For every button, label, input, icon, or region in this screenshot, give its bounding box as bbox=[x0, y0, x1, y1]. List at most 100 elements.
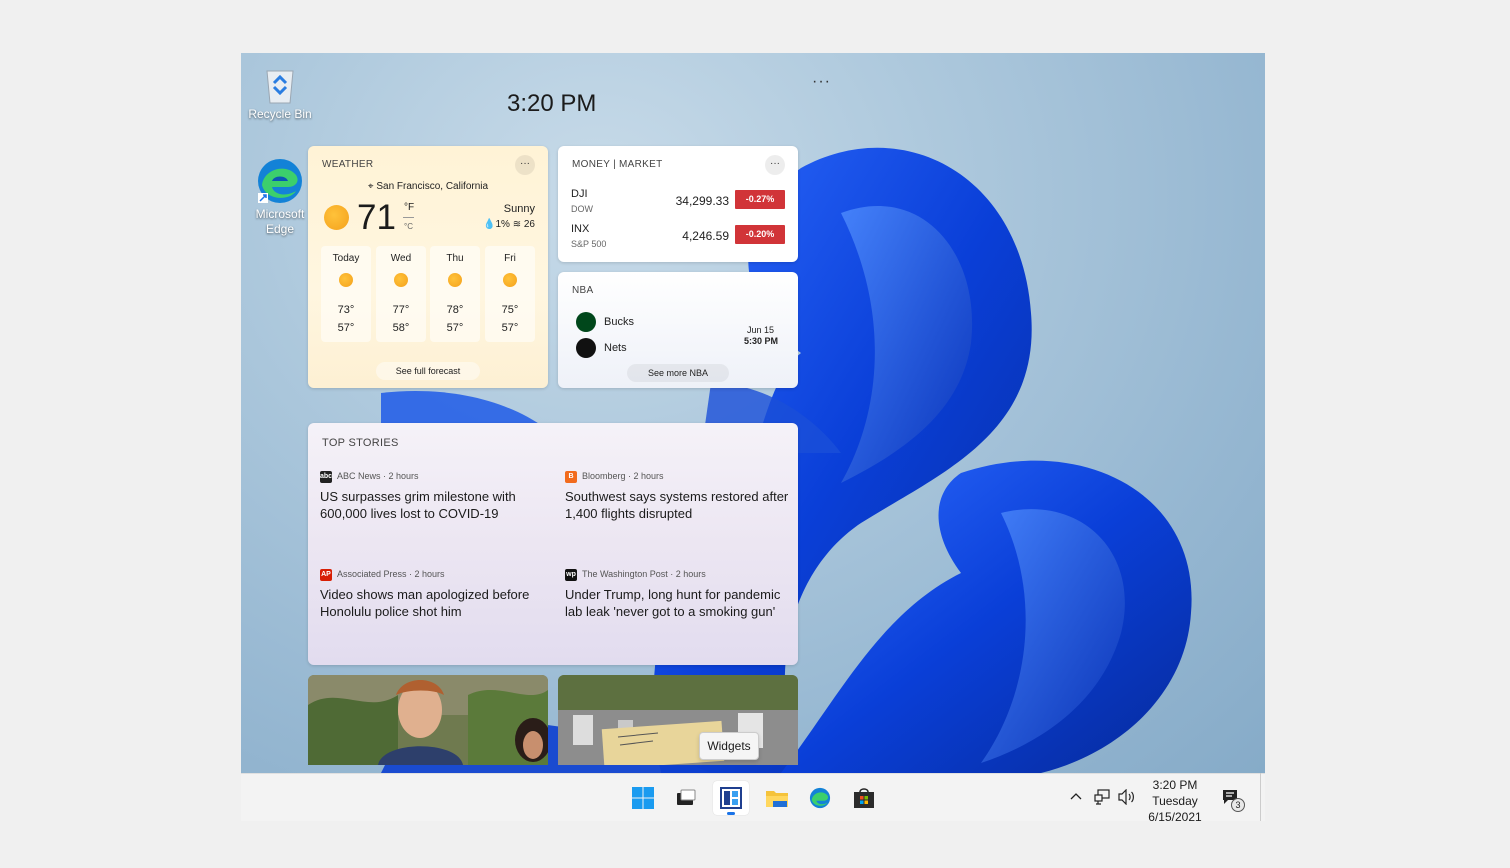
stock-row[interactable]: DJI DOW 34,299.33 -0.27% bbox=[571, 188, 785, 220]
nba-title: NBA bbox=[572, 285, 594, 296]
weather-condition: Sunny bbox=[503, 203, 535, 215]
forecast-low: 57° bbox=[501, 322, 519, 334]
story-item[interactable]: B Bloomberg · 2 hours Southwest says syst… bbox=[565, 469, 791, 522]
unit-fahrenheit-toggle[interactable]: °F bbox=[404, 202, 414, 213]
story-source: abc ABC News · 2 hours bbox=[320, 469, 546, 483]
notification-center-button[interactable]: 3 bbox=[1221, 788, 1245, 812]
store-button[interactable] bbox=[846, 781, 882, 815]
forecast-day[interactable]: Fri 75° 57° bbox=[485, 246, 535, 342]
stock-change-badge: -0.27% bbox=[735, 190, 785, 209]
weather-title: WEATHER bbox=[322, 159, 374, 170]
team-name: Bucks bbox=[604, 316, 634, 328]
forecast-day[interactable]: Wed 77° 58° bbox=[376, 246, 426, 342]
edge-button[interactable] bbox=[802, 781, 838, 815]
windows-logo-icon bbox=[632, 787, 654, 809]
sunny-icon bbox=[324, 205, 349, 230]
forecast-low: 57° bbox=[337, 322, 355, 334]
widgets-tooltip: Widgets bbox=[699, 732, 759, 760]
game-time: 5:30 PM bbox=[743, 336, 778, 346]
nba-widget[interactable]: NBA Bucks Nets Jun 15 5:30 PM See more N… bbox=[558, 272, 798, 388]
story-headline: Video shows man apologized before Honolu… bbox=[320, 587, 530, 619]
story-headline: Under Trump, long hunt for pandemic lab … bbox=[565, 587, 781, 619]
forecast-day-name: Thu bbox=[446, 253, 464, 264]
washington-post-logo-icon: wp bbox=[565, 568, 577, 581]
wind-icon: ≋ bbox=[512, 219, 524, 230]
widgets-menu-button[interactable]: ··· bbox=[812, 73, 831, 91]
widgets-time: 3:20 PM bbox=[507, 90, 597, 117]
abc-news-logo-icon: abc bbox=[320, 470, 332, 483]
precipitation-icon: 💧 bbox=[483, 219, 496, 230]
chevron-up-icon bbox=[1070, 793, 1082, 800]
story-source: AP Associated Press · 2 hours bbox=[320, 567, 546, 581]
file-explorer-button[interactable] bbox=[758, 781, 794, 815]
stock-symbol: DJI bbox=[571, 188, 588, 200]
show-hidden-icons-button[interactable] bbox=[1070, 791, 1082, 806]
forecast-day-name: Today bbox=[332, 253, 360, 264]
network-button[interactable] bbox=[1094, 789, 1110, 810]
forecast-high: 78° bbox=[446, 304, 464, 316]
nets-logo-icon bbox=[576, 338, 596, 358]
weather-widget[interactable]: WEATHER ··· ⌖ San Francisco, California … bbox=[308, 146, 548, 388]
game-date: Jun 15 bbox=[746, 325, 774, 335]
stories-title: TOP STORIES bbox=[322, 437, 399, 449]
weather-stats: 💧1% ≋ 26 bbox=[483, 219, 535, 230]
clock-time: 3:20 PM bbox=[1152, 778, 1198, 792]
weather-location[interactable]: ⌖ San Francisco, California bbox=[308, 181, 548, 192]
task-view-button[interactable] bbox=[668, 781, 704, 815]
see-more-nba-button[interactable]: See more NBA bbox=[627, 364, 729, 382]
stock-value: 34,299.33 bbox=[675, 194, 729, 208]
network-icon bbox=[1094, 789, 1110, 805]
stock-change-badge: -0.20% bbox=[735, 225, 785, 244]
desktop-icon-label: Recycle Bin bbox=[248, 107, 312, 121]
story-source-label: ABC News · 2 hours bbox=[337, 471, 419, 481]
widgets-icon bbox=[720, 787, 742, 809]
system-clock[interactable]: 3:20 PM Tuesday 6/15/2021 bbox=[1137, 777, 1213, 821]
bloomberg-logo-icon: B bbox=[565, 470, 577, 483]
weather-more-button[interactable]: ··· bbox=[515, 155, 535, 175]
stock-name: DOW bbox=[571, 204, 593, 214]
start-button[interactable] bbox=[625, 781, 661, 815]
story-source-label: Associated Press · 2 hours bbox=[337, 569, 445, 579]
stock-value: 4,246.59 bbox=[682, 229, 729, 243]
team-name: Nets bbox=[604, 342, 627, 354]
notification-count-badge: 3 bbox=[1231, 798, 1245, 812]
folder-icon bbox=[766, 791, 788, 807]
precipitation-value: 1% bbox=[495, 219, 510, 230]
desktop-icon-label: Microsoft Edge bbox=[255, 207, 305, 236]
top-stories-widget[interactable]: TOP STORIES abc ABC News · 2 hours US sur… bbox=[308, 423, 798, 665]
forecast-day[interactable]: Today 73° 57° bbox=[321, 246, 371, 342]
story-source: wp The Washington Post · 2 hours bbox=[565, 567, 791, 581]
forecast-high: 77° bbox=[392, 304, 410, 316]
forecast-day[interactable]: Thu 78° 57° bbox=[430, 246, 480, 342]
stock-row[interactable]: INX S&P 500 4,246.59 -0.20% bbox=[571, 223, 785, 255]
news-photo-card[interactable] bbox=[308, 675, 548, 765]
weather-temperature: 71 bbox=[357, 198, 396, 237]
show-desktop-button[interactable] bbox=[1260, 773, 1261, 821]
forecast-low: 57° bbox=[446, 322, 464, 334]
ap-logo-icon: AP bbox=[320, 568, 332, 581]
money-more-button[interactable]: ··· bbox=[765, 155, 785, 175]
story-item[interactable]: abc ABC News · 2 hours US surpasses grim … bbox=[320, 469, 546, 522]
sunny-icon bbox=[339, 273, 353, 287]
news-photo-image bbox=[558, 675, 798, 765]
stock-symbol: INX bbox=[571, 223, 590, 235]
wind-value: 26 bbox=[523, 219, 535, 230]
widgets-button[interactable] bbox=[713, 781, 749, 815]
clock-day: Tuesday bbox=[1152, 794, 1198, 808]
unit-celsius-toggle[interactable]: °C bbox=[404, 222, 413, 231]
see-full-forecast-button[interactable]: See full forecast bbox=[376, 362, 480, 380]
story-source-label: The Washington Post · 2 hours bbox=[582, 569, 706, 579]
story-headline: US surpasses grim milestone with 600,000… bbox=[320, 489, 516, 521]
news-photo-card[interactable] bbox=[558, 675, 798, 765]
recycle-bin-icon bbox=[266, 70, 294, 104]
edge-icon bbox=[809, 787, 831, 809]
story-item[interactable]: AP Associated Press · 2 hours Video shows… bbox=[320, 567, 546, 620]
volume-button[interactable] bbox=[1118, 788, 1136, 810]
story-item[interactable]: wp The Washington Post · 2 hours Under Tr… bbox=[565, 567, 791, 620]
sunny-icon bbox=[394, 273, 408, 287]
money-widget[interactable]: MONEY | MARKET ··· DJI DOW 34,299.33 -0.… bbox=[558, 146, 798, 262]
desktop-icon-recycle-bin[interactable]: Recycle Bin bbox=[241, 65, 320, 122]
taskbar: 3:20 PM Tuesday 6/15/2021 3 bbox=[241, 773, 1265, 821]
task-view-icon bbox=[677, 789, 696, 805]
bucks-logo-icon bbox=[576, 312, 596, 332]
